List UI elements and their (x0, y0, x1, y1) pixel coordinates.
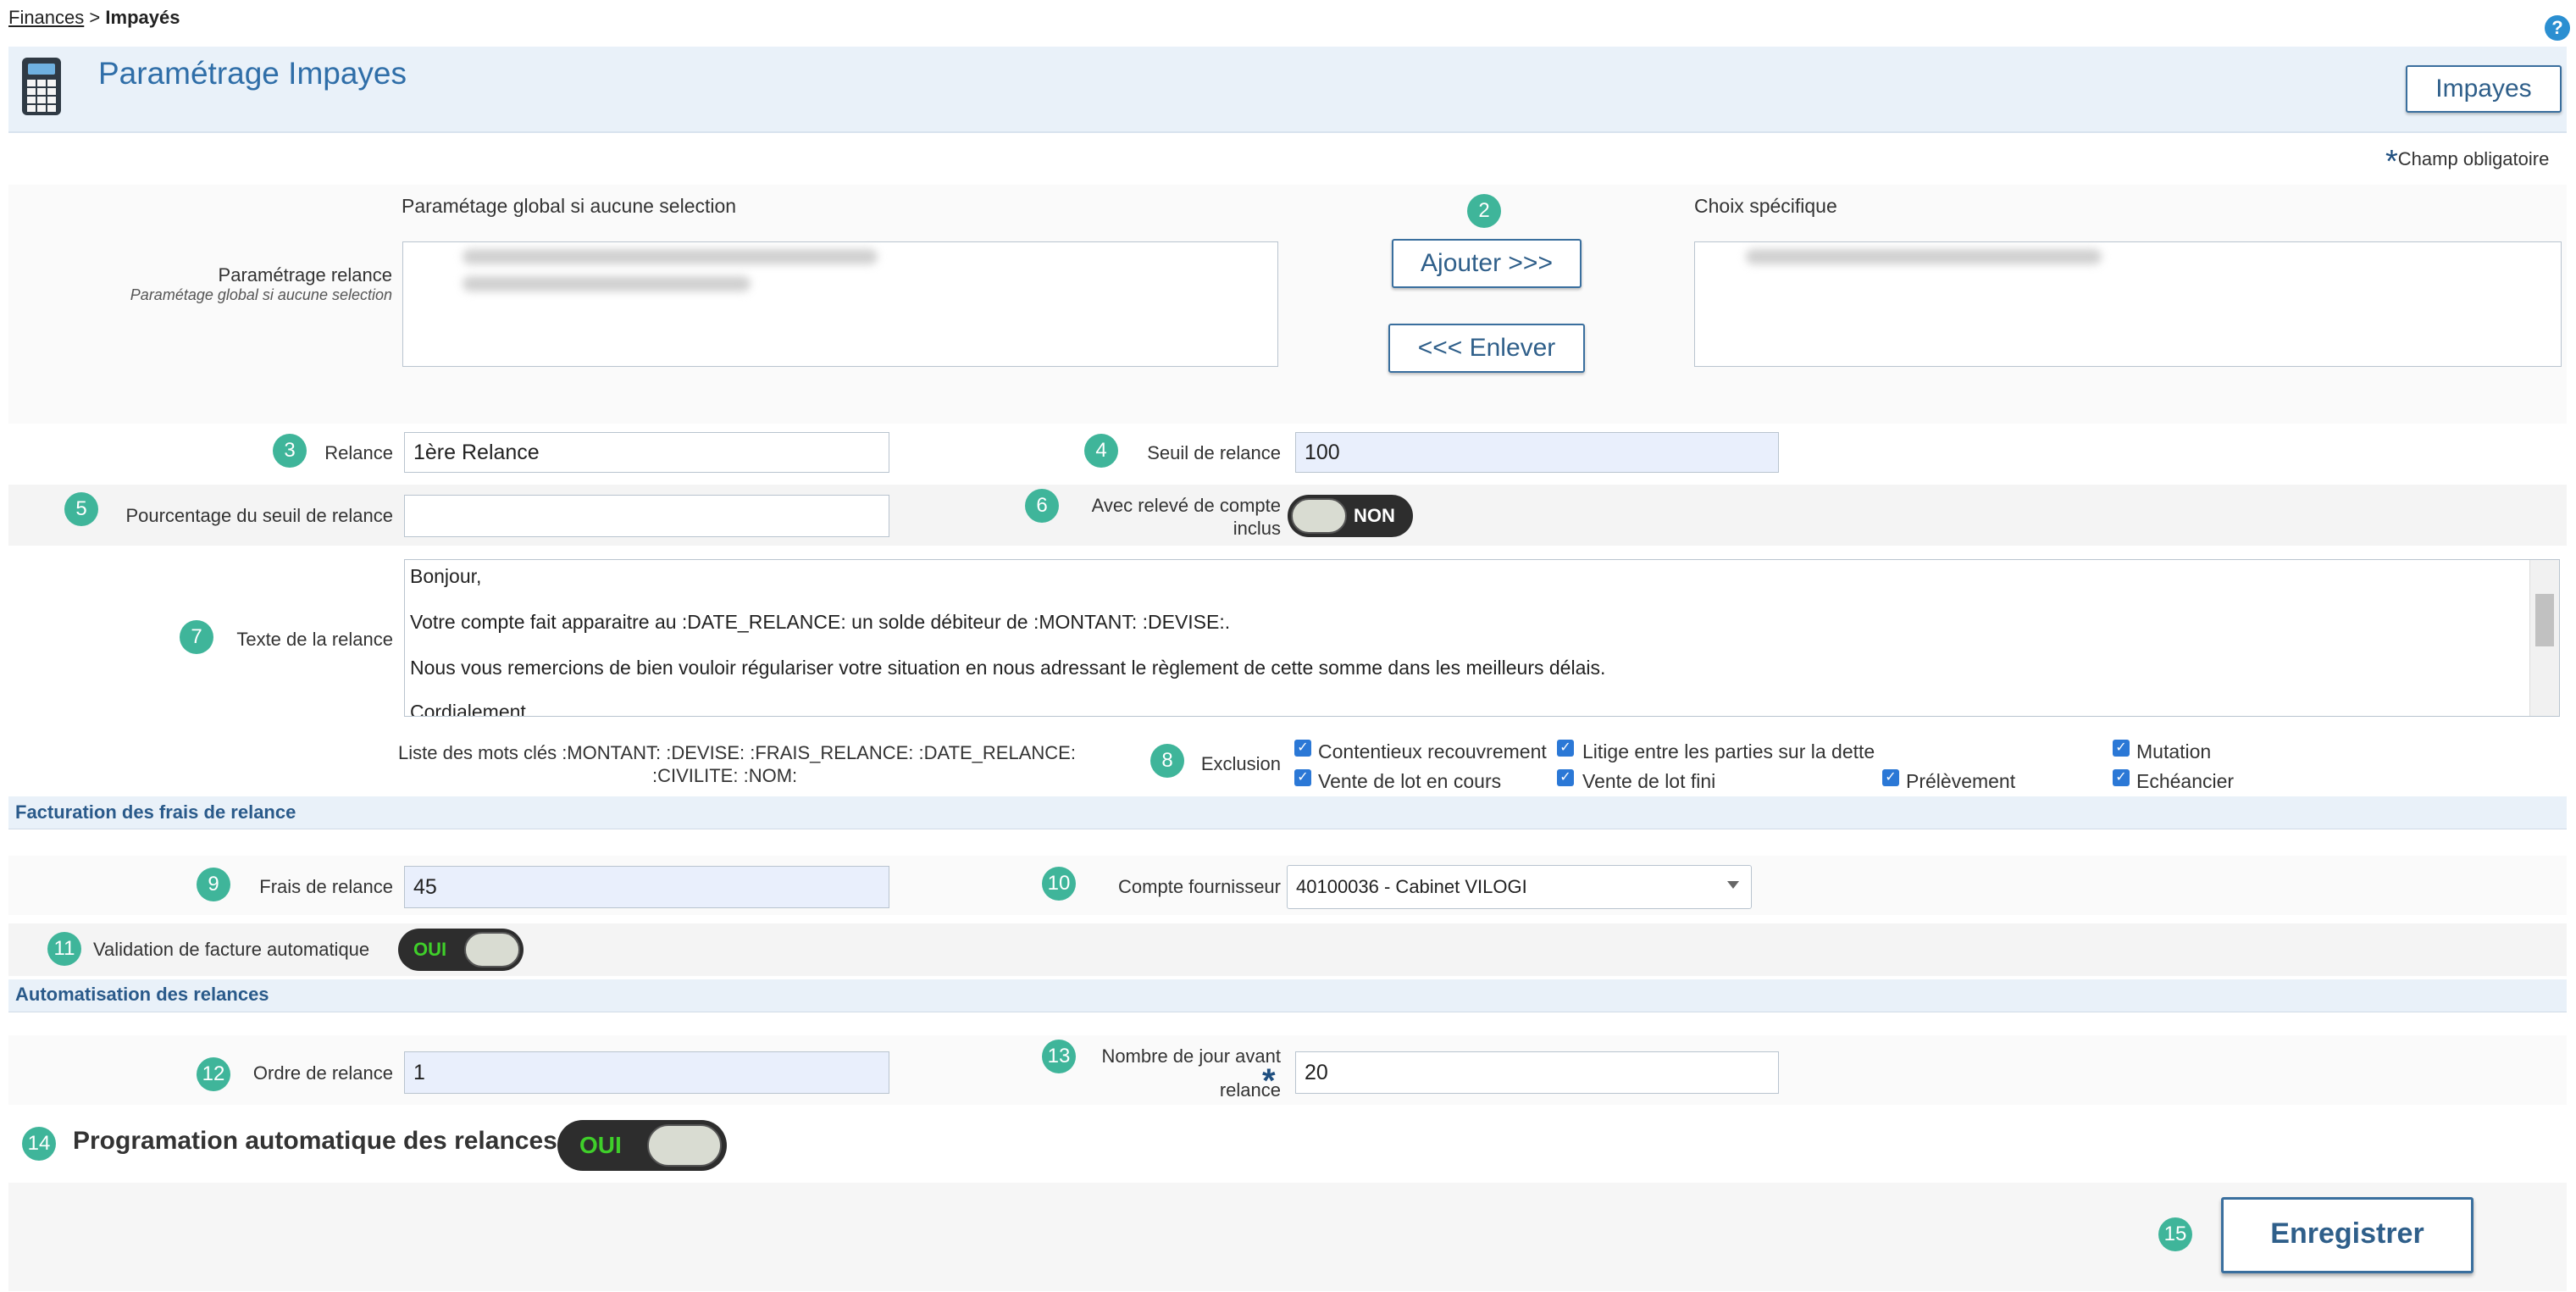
step-badge-14: 14 (22, 1127, 56, 1161)
global-heading: Paramétage global si aucune selection (402, 195, 737, 217)
facturation-title: Facturation des frais de relance (15, 801, 296, 823)
parametrage-relance-label: Paramétrage relance Paramétage global si… (130, 264, 392, 303)
required-note: *Champ obligatoire (2385, 144, 2550, 180)
global-list[interactable] (402, 241, 1278, 367)
chevron-down-icon (1727, 881, 1739, 889)
breadcrumb-separator: > (89, 7, 101, 28)
compte-label: Compte fournisseur (1118, 876, 1281, 897)
impayes-button[interactable]: Impayes (2406, 65, 2562, 113)
frais-input[interactable]: 45 (404, 866, 889, 908)
checkbox-litige[interactable]: ✓ (1557, 740, 1574, 757)
automatisation-title: Automatisation des relances (15, 984, 269, 1005)
step-badge-8: 8 (1150, 744, 1184, 778)
label-contentieux: Contentieux recouvrement (1318, 740, 1547, 762)
page-title: Paramétrage Impayes (98, 56, 407, 91)
breadcrumb-finances-link[interactable]: Finances (8, 7, 84, 28)
step-badge-13: 13 (1042, 1040, 1076, 1073)
label-litige: Litige entre les parties sur la dette (1582, 740, 1875, 762)
specific-list[interactable] (1694, 241, 2562, 367)
keywords-line2: :CIVILITE: :NOM: (652, 765, 798, 786)
relance-label: Relance (324, 442, 393, 463)
checkbox-echeancier[interactable]: ✓ (2113, 769, 2130, 786)
pourcentage-label: Pourcentage du seuil de relance (125, 505, 393, 526)
help-icon[interactable]: ? (2545, 15, 2570, 41)
validation-toggle[interactable]: OUI (398, 929, 524, 971)
required-star-icon: * (1262, 1062, 1276, 1100)
exclusion-label: Exclusion (1200, 753, 1281, 774)
keywords-line1: Liste des mots clés :MONTANT: :DEVISE: :… (398, 742, 1076, 763)
ordre-label: Ordre de relance (252, 1062, 393, 1084)
specific-heading: Choix spécifique (1694, 195, 1837, 217)
seuil-input[interactable]: 100 (1295, 432, 1779, 473)
jours-input[interactable]: 20 (1295, 1051, 1779, 1094)
pourcentage-input[interactable] (404, 495, 889, 537)
releve-label: Avec relevé de compte inclus (1091, 495, 1281, 539)
remove-button[interactable]: <<< Enlever (1388, 324, 1585, 373)
breadcrumb: Finances > Impayés (8, 7, 180, 29)
textarea-scrollbar[interactable] (2529, 560, 2559, 716)
checkbox-contentieux[interactable]: ✓ (1294, 740, 1311, 757)
calculator-icon (22, 58, 61, 115)
step-badge-2: 2 (1467, 194, 1501, 228)
checkbox-prelevement[interactable]: ✓ (1882, 769, 1899, 786)
step-badge-12: 12 (197, 1057, 230, 1091)
label-mutation: Mutation (2136, 740, 2212, 762)
required-star-icon: * (2385, 144, 2398, 180)
step-badge-6: 6 (1025, 489, 1059, 523)
save-button[interactable]: Enregistrer (2221, 1197, 2474, 1273)
programmation-toggle[interactable]: OUI (557, 1120, 727, 1171)
step-badge-4: 4 (1084, 434, 1118, 468)
step-badge-15: 15 (2158, 1217, 2192, 1251)
step-badge-9: 9 (197, 868, 230, 901)
frais-label: Frais de relance (259, 876, 393, 897)
step-badge-11: 11 (47, 932, 81, 966)
step-badge-5: 5 (64, 492, 98, 526)
jours-label: Nombre de jour avant relance (1101, 1045, 1281, 1101)
ordre-input[interactable]: 1 (404, 1051, 889, 1094)
label-prelevement: Prélèvement (1906, 770, 2016, 792)
validation-label: Validation de facture automatique (93, 939, 370, 960)
texte-textarea[interactable]: Bonjour, Votre compte fait apparaitre au… (404, 559, 2560, 717)
step-badge-10: 10 (1042, 867, 1076, 901)
checkbox-mutation[interactable]: ✓ (2113, 740, 2130, 757)
releve-toggle[interactable]: NON (1288, 495, 1413, 537)
facturation-header-band (8, 796, 2567, 829)
checkbox-vente-fini[interactable]: ✓ (1557, 769, 1574, 786)
label-echeancier: Echéancier (2136, 770, 2235, 792)
label-vente-fini: Vente de lot fini (1582, 770, 1716, 792)
label-vente-en-cours: Vente de lot en cours (1318, 770, 1502, 792)
compte-select[interactable]: 40100036 - Cabinet VILOGI (1287, 865, 1752, 909)
step-badge-7: 7 (180, 620, 213, 654)
add-button[interactable]: Ajouter >>> (1392, 239, 1582, 288)
checkbox-vente-en-cours[interactable]: ✓ (1294, 769, 1311, 786)
automatisation-header-band (8, 979, 2567, 1012)
relance-input[interactable]: 1ère Relance (404, 432, 889, 473)
breadcrumb-current: Impayés (105, 7, 180, 28)
step-badge-3: 3 (273, 434, 307, 468)
programmation-label: Programation automatique des relances (73, 1127, 557, 1155)
seuil-label: Seuil de relance (1147, 442, 1281, 463)
texte-label: Texte de la relance (236, 629, 393, 650)
